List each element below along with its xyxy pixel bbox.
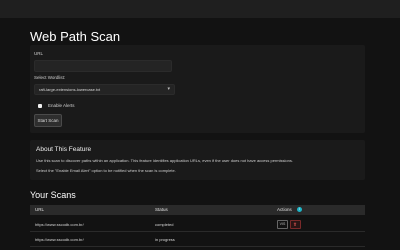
chevron-down-icon: ▾: [167, 86, 170, 92]
delete-scan-button[interactable]: [290, 220, 301, 229]
about-description: Use this scan to discover paths within a…: [36, 158, 293, 163]
wordlist-selected-value: raft-large-extensions-lowercase.txt: [39, 87, 101, 92]
table-row: https://www.sscodb.com.br/ in progress: [30, 232, 365, 247]
header-url: URL: [35, 207, 45, 212]
scans-table: URL Status Actions i https://www.sscodb.…: [30, 205, 365, 250]
alerts-toggle-row: Enable Alerts: [38, 102, 75, 109]
about-alert-note: Select the "Enable Email Alert" option t…: [36, 168, 176, 173]
about-card: About This Feature Use this scan to disc…: [30, 140, 365, 180]
scan-form-card: URL Select Wordlist: raft-large-extensio…: [30, 45, 365, 133]
about-title: About This Feature: [36, 146, 92, 153]
header-status: Status: [155, 207, 168, 212]
scans-title: Your Scans: [30, 190, 76, 200]
header-actions: Actions: [277, 207, 292, 212]
top-bar: [0, 0, 400, 18]
url-label: URL: [34, 51, 44, 56]
page-title: Web Path Scan: [30, 29, 121, 44]
row-url[interactable]: https://www.sscodb.com.br/: [35, 222, 84, 227]
table-row: https://www.sscodb.com.br/ completed VIS: [30, 217, 365, 232]
table-header: URL Status Actions i: [30, 205, 365, 215]
row-url[interactable]: https://www.sscodb.com.br/: [35, 237, 84, 242]
trash-icon: [293, 222, 297, 226]
view-results-button[interactable]: VIS: [277, 220, 288, 229]
enable-alerts-checkbox[interactable]: [38, 103, 42, 108]
wordlist-label: Select Wordlist:: [34, 75, 66, 80]
row-status: completed: [155, 222, 174, 227]
start-scan-button[interactable]: Start Scan: [34, 114, 62, 127]
info-icon[interactable]: i: [297, 207, 302, 212]
enable-alerts-label: Enable Alerts: [48, 103, 75, 108]
url-input[interactable]: [34, 60, 172, 72]
wordlist-select[interactable]: raft-large-extensions-lowercase.txt ▾: [34, 84, 175, 95]
row-status: in progress: [155, 237, 175, 242]
